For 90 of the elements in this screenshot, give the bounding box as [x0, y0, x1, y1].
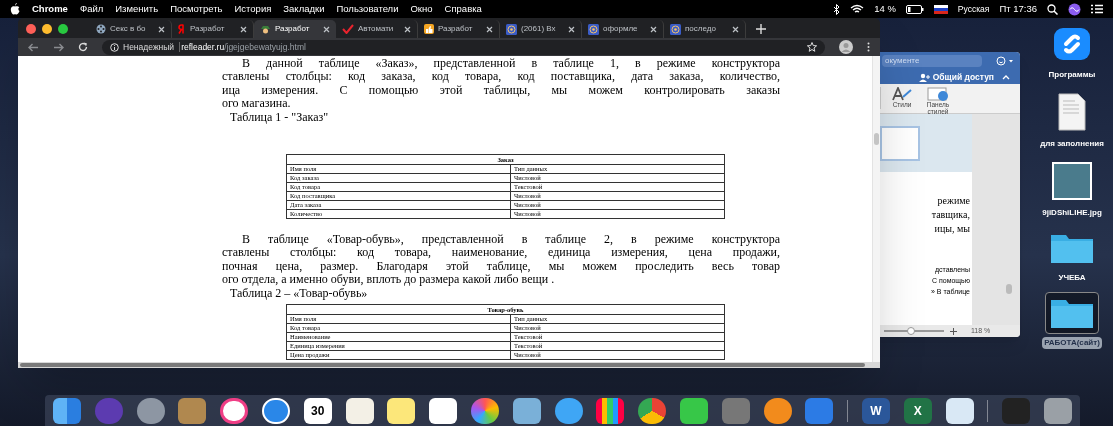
paragraph-line: В таблице «Товар-обувь», представленной в таблице 2, в режиме конструктора [241, 233, 780, 247]
word-document-icon[interactable]: W [861, 397, 890, 424]
photo-placeholder [1052, 162, 1092, 200]
search-field[interactable]: окументе [882, 55, 982, 67]
minimize-button[interactable] [42, 24, 52, 34]
person-add-icon [918, 72, 930, 82]
scrollbar-thumb[interactable] [874, 133, 879, 145]
scrollbar-thumb[interactable] [1006, 284, 1012, 294]
close-icon[interactable] [323, 25, 330, 33]
document-text: тавщика, [931, 208, 970, 222]
reload-icon[interactable] [78, 42, 88, 52]
address-bar[interactable]: Ненадежный refleader.ru/jgejgebewatyujg.html [102, 39, 825, 55]
bar-chart-icon[interactable] [596, 397, 625, 424]
close-icon[interactable] [240, 25, 247, 33]
plus-icon[interactable] [950, 327, 957, 335]
list-icon[interactable] [1091, 4, 1103, 14]
menu-item[interactable]: Изменить [115, 1, 159, 17]
chevron-up-icon[interactable] [1002, 74, 1010, 80]
target-icon [506, 23, 517, 35]
clock[interactable]: Пт 17:36 [999, 1, 1037, 17]
menu-item[interactable]: Справка [444, 1, 482, 17]
url-path: /jgejgebewatyujg.html [224, 40, 306, 54]
styles-pane-icon [927, 87, 949, 101]
apple-icon[interactable] [10, 3, 20, 15]
paragraph-line: ица измерения. С помощью этой таблицы, мы можем контролировать заказы [222, 83, 780, 97]
close-icon[interactable] [486, 25, 493, 33]
styles-icon [891, 87, 913, 101]
search-icon[interactable] [1047, 3, 1058, 15]
close-icon[interactable] [650, 25, 657, 33]
app-icon [1052, 26, 1092, 62]
paragraph-line: В данной таблице «Заказ», представленной в таблице 1, в режиме конструктора [241, 57, 780, 71]
letter-logo-icon [178, 24, 186, 34]
table-caption: Таблица 1 - "Заказ" [229, 110, 329, 125]
document-text: режиме [937, 194, 970, 208]
menu-item[interactable]: Посмотреть [170, 1, 223, 17]
paragraph-line: ого магазина. [222, 96, 291, 111]
paragraph-line: ого отдела, а именно обуви, вплоть до размера какой либо вещи . [222, 273, 556, 287]
zoom-button[interactable] [58, 24, 68, 34]
wifi-icon[interactable] [850, 4, 865, 14]
menu-item[interactable]: Закладки [283, 1, 325, 17]
info-icon [110, 42, 119, 52]
back-arrow-icon[interactable] [28, 42, 39, 52]
thumbs-up-icon [424, 24, 434, 34]
security-indicator[interactable]: Ненадежный [110, 40, 175, 54]
spreadsheet-icon[interactable]: X [903, 397, 932, 424]
scrollbar-thumb[interactable] [20, 363, 865, 367]
menu-item[interactable]: История [234, 1, 272, 17]
close-icon[interactable] [158, 25, 165, 33]
avatar-icon[interactable] [839, 40, 853, 54]
table-caption: Таблица 2 – «Товар-обувь» [229, 286, 368, 301]
menu-item[interactable]: Файл [79, 1, 104, 17]
new-tab-icon[interactable] [756, 24, 766, 34]
bluetooth-icon[interactable] [833, 3, 841, 15]
close-button[interactable] [26, 24, 36, 34]
battery-icon[interactable] [905, 4, 924, 14]
smiley-icon[interactable] [996, 56, 1014, 66]
desktop-icon-label[interactable]: Программы [1046, 69, 1098, 81]
flag-icon[interactable] [933, 4, 948, 14]
close-icon[interactable] [568, 25, 575, 33]
battery-percent: 14 % [874, 1, 896, 16]
close-icon[interactable] [404, 25, 411, 33]
desktop-icon-label[interactable]: для заполнения [1038, 138, 1106, 150]
target-icon [670, 23, 681, 35]
document-text: ицы, мы [934, 222, 970, 236]
app-menu[interactable]: Chrome [32, 1, 68, 17]
paragraph-line: почная цена, размер. Благодаря этой таблице, мы можем проследить весь товар [222, 259, 780, 274]
close-icon[interactable] [732, 25, 739, 33]
menu-item[interactable]: Окно [410, 1, 433, 17]
chrome-icon[interactable] [638, 397, 667, 424]
input-source[interactable]: Русская [957, 2, 990, 16]
desktop-icon-label[interactable]: 9jiDShiLIHE.jpg [1040, 207, 1104, 219]
star-icon[interactable] [807, 42, 817, 52]
paragraph-line: ставлены столбцы: код товара, наименование, единица измерения, цена продажи, [222, 246, 780, 260]
siri-icon[interactable] [1068, 2, 1081, 16]
menu-dots-icon[interactable] [867, 42, 870, 52]
desktop-icon-label[interactable]: РАБОТА(сайт) [1042, 337, 1102, 349]
target-icon [588, 23, 599, 35]
checkmark-icon [342, 24, 354, 34]
desktop-icon-label[interactable]: УЧЕБА [1056, 272, 1088, 284]
paragraph-line: ставлены столбцы: код заказа, код товара, код поставщика, дата заказа, количество, [222, 70, 780, 84]
forward-arrow-icon[interactable] [53, 42, 64, 52]
document-icon [1057, 93, 1087, 131]
hat-icon [260, 24, 271, 34]
menu-item[interactable]: Пользователи [336, 1, 399, 17]
film-reel-icon [96, 24, 106, 34]
browser-tab[interactable]: Разработ [254, 20, 336, 38]
calendar-icon[interactable]: 30 [303, 397, 332, 424]
slider-thumb[interactable] [907, 327, 915, 335]
flower-icon[interactable] [470, 397, 499, 424]
share-button[interactable]: Общий доступ [918, 70, 994, 84]
